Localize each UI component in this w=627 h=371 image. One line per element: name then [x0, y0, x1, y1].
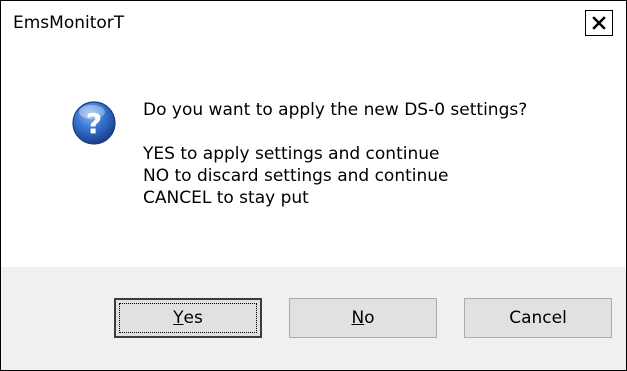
message-text: Do you want to apply the new DS-0 settin…: [143, 99, 527, 209]
yes-mnemonic: Y: [173, 308, 184, 328]
message-dialog: EmsMonitorT ? Do you want to apply the n…: [0, 0, 627, 371]
no-button[interactable]: No: [289, 298, 437, 338]
message-line-no: NO to discard settings and continue: [143, 166, 449, 186]
message-area: ? Do you want to apply the new DS-0 sett…: [1, 45, 626, 267]
title-bar: EmsMonitorT: [1, 1, 626, 45]
message-spacer: [143, 121, 527, 143]
no-mnemonic: N: [351, 308, 365, 328]
question-icon: ?: [72, 101, 116, 145]
svg-text:?: ?: [86, 107, 102, 140]
message-line-yes: YES to apply settings and continue: [143, 144, 440, 164]
button-area: Yes No Cancel: [1, 267, 626, 370]
window-title: EmsMonitorT: [13, 13, 125, 33]
close-button[interactable]: [585, 10, 613, 36]
message-question: Do you want to apply the new DS-0 settin…: [143, 100, 528, 120]
message-line-cancel: CANCEL to stay put: [143, 188, 309, 208]
yes-button[interactable]: Yes: [114, 298, 262, 338]
no-label-rest: o: [364, 308, 375, 328]
cancel-button[interactable]: Cancel: [464, 298, 612, 338]
close-icon: [592, 16, 606, 30]
yes-label-rest: es: [183, 308, 203, 328]
cancel-label: Cancel: [509, 308, 567, 328]
